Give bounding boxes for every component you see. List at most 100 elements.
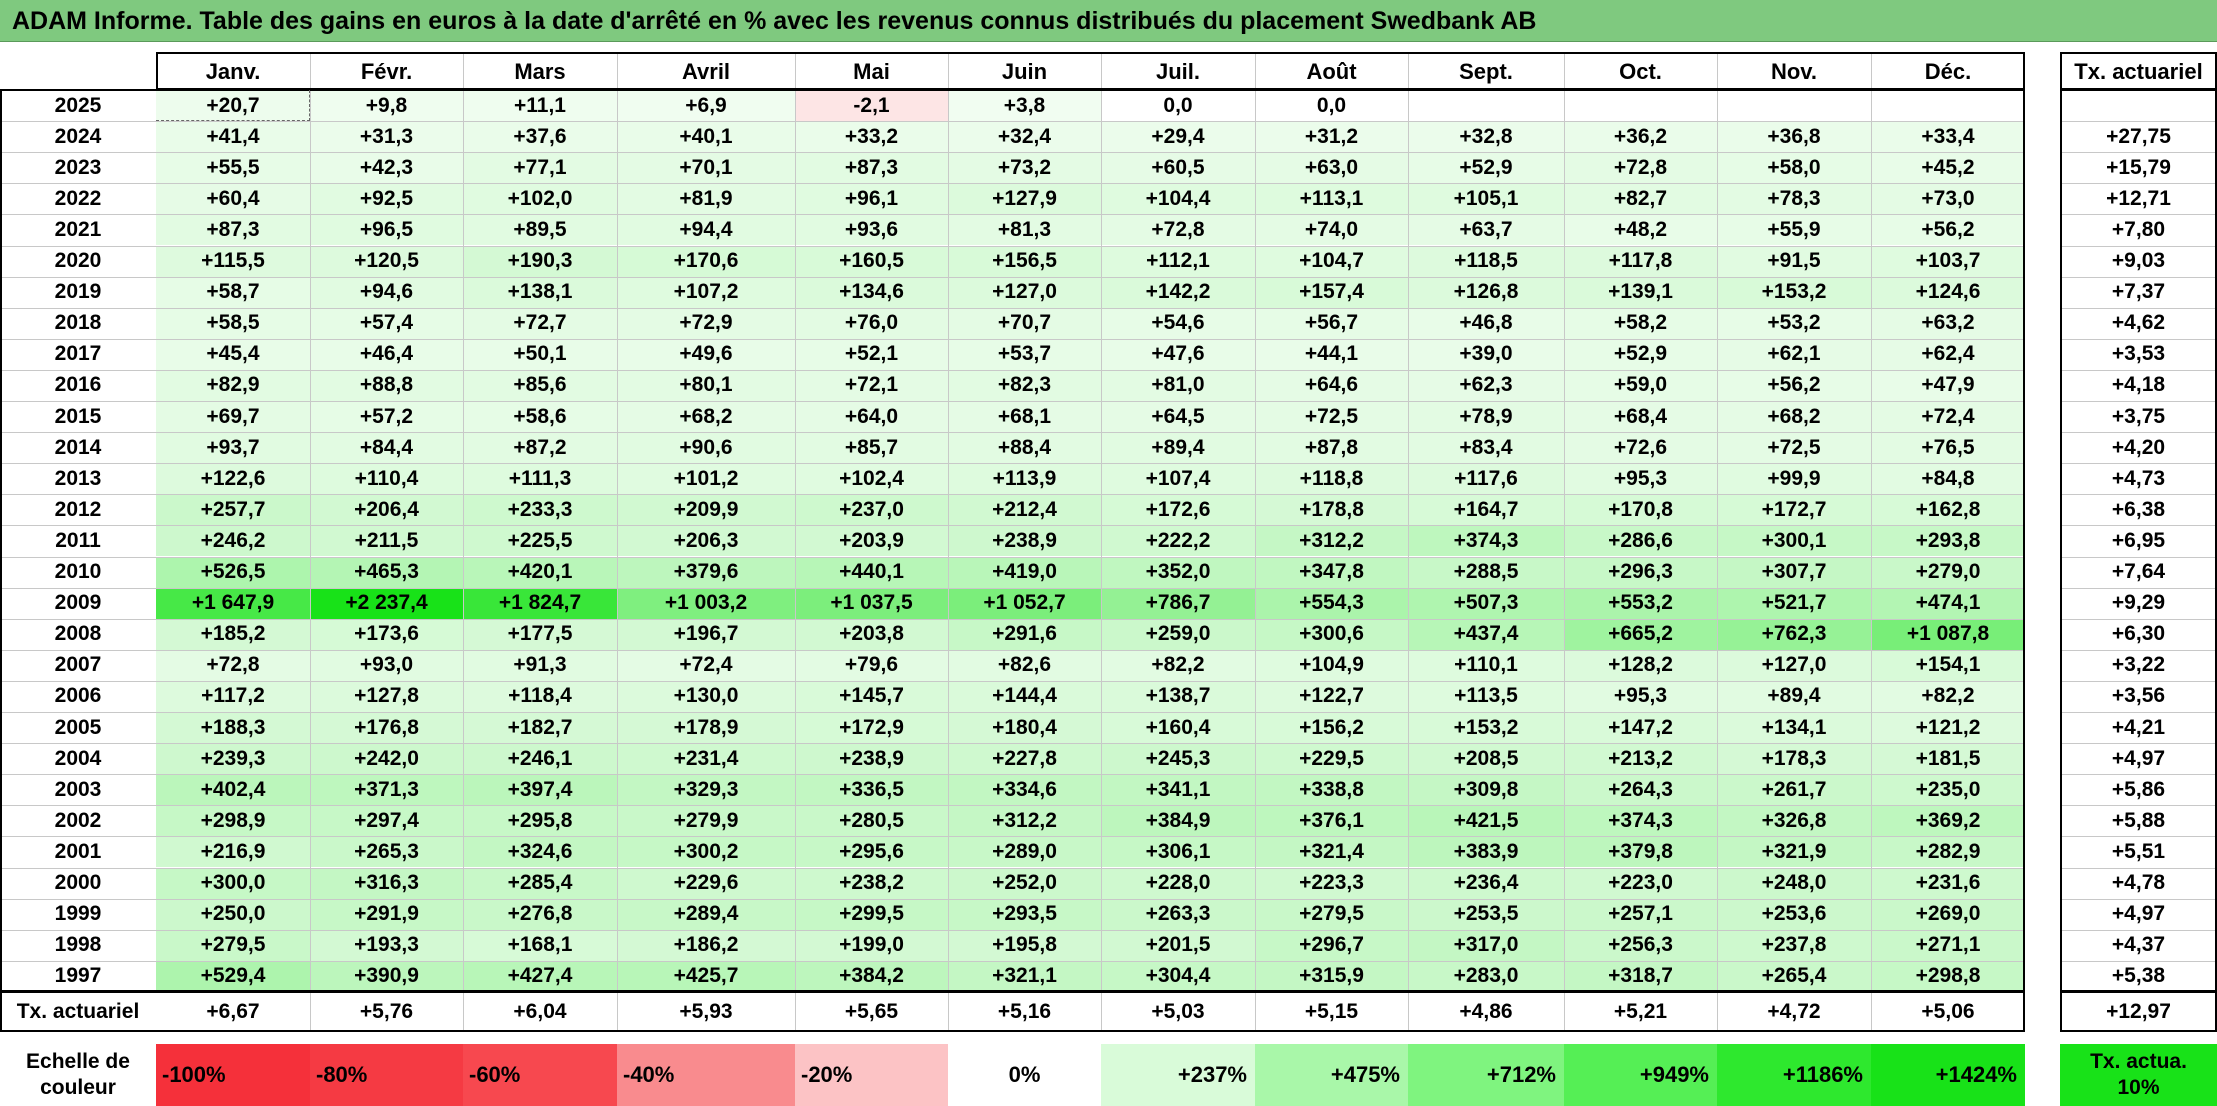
grid-line — [0, 588, 2025, 589]
gain-cell: +1 003,2 — [617, 587, 795, 619]
rate-header: Tx. actuariel — [2074, 58, 2203, 84]
annual-rate-cell: +5,51 — [2111, 839, 2166, 863]
gain-cell: +76,0 — [795, 307, 948, 339]
gain-cell: +117,8 — [1564, 245, 1717, 277]
grid-line — [1101, 992, 1102, 1032]
gain-cell: +52,9 — [1564, 338, 1717, 370]
footer-rate-cell: +5,21 — [1613, 1000, 1668, 1023]
grid-line — [2060, 650, 2217, 651]
grid-line — [2060, 214, 2217, 215]
gain-cell: +178,3 — [1717, 743, 1871, 775]
year-label: 2003 — [54, 777, 102, 801]
gain-cell: +554,3 — [1255, 587, 1408, 619]
gain-cell: +49,6 — [617, 338, 795, 370]
gain-cell: +53,2 — [1717, 307, 1871, 339]
footer-total-rate: +12,97 — [2106, 1000, 2171, 1023]
gain-cell: +70,7 — [948, 307, 1101, 339]
gain-cell: +317,0 — [1408, 929, 1564, 961]
report-title: ADAM Informe. Table des gains en euros à… — [0, 0, 2217, 42]
gain-cell: 0,0 — [1101, 90, 1255, 122]
gain-cell: +250,0 — [156, 898, 310, 930]
gain-cell: +81,9 — [617, 183, 795, 215]
gain-cell: +288,5 — [1408, 556, 1564, 588]
year-label: 2017 — [54, 342, 102, 366]
gain-cell: +80,1 — [617, 369, 795, 401]
annual-rate-cell: +4,18 — [2111, 373, 2166, 397]
gain-cell: +118,8 — [1255, 463, 1408, 495]
gain-cell: +56,2 — [1871, 214, 2025, 246]
grid-line — [2060, 743, 2217, 744]
gain-cell: +304,4 — [1101, 960, 1255, 992]
gain-cell: +6,9 — [617, 90, 795, 122]
scale-step: +712% — [1408, 1044, 1564, 1106]
grid-line — [2060, 961, 2217, 962]
year-label: 2016 — [54, 373, 102, 397]
grid-line — [1564, 992, 1565, 1032]
gain-cell: +160,4 — [1101, 712, 1255, 744]
month-header: Févr. — [360, 58, 413, 84]
year-label: 2021 — [54, 217, 102, 241]
gain-cell: +176,8 — [310, 712, 463, 744]
grid-line — [0, 961, 2025, 962]
gain-cell: +139,1 — [1564, 276, 1717, 308]
annual-rate-cell: +4,37 — [2111, 933, 2166, 957]
gain-cell: +252,0 — [948, 867, 1101, 899]
gain-cell: +316,3 — [310, 867, 463, 899]
grid-line — [2060, 401, 2217, 402]
footer-rate-cell: +5,76 — [359, 1000, 414, 1023]
gain-cell: +144,4 — [948, 680, 1101, 712]
gain-cell: +507,3 — [1408, 587, 1564, 619]
gain-cell: +162,8 — [1871, 494, 2025, 526]
gain-cell: +104,7 — [1255, 245, 1408, 277]
gain-cell: +282,9 — [1871, 836, 2025, 868]
grid-line — [0, 370, 2025, 371]
gain-cell: +762,3 — [1717, 618, 1871, 650]
gain-cell: +440,1 — [795, 556, 948, 588]
gain-cell: +107,2 — [617, 276, 795, 308]
gain-cell: +62,3 — [1408, 369, 1564, 401]
grid-line — [617, 992, 618, 1032]
gain-cell: +157,4 — [1255, 276, 1408, 308]
gain-cell: +20,7 — [156, 90, 310, 122]
gain-cell: +31,2 — [1255, 121, 1408, 153]
gain-cell: +87,2 — [463, 432, 617, 464]
gain-cell: +56,7 — [1255, 307, 1408, 339]
gain-cell: +76,5 — [1871, 432, 2025, 464]
gain-cell: +172,6 — [1101, 494, 1255, 526]
grid-line — [948, 992, 949, 1032]
year-label: 1998 — [54, 933, 102, 957]
gain-cell: +206,3 — [617, 525, 795, 557]
gain-cell: +172,7 — [1717, 494, 1871, 526]
gain-cell: +77,1 — [463, 152, 617, 184]
gain-cell: +63,0 — [1255, 152, 1408, 184]
gain-cell: +521,7 — [1717, 587, 1871, 619]
year-label: 2002 — [54, 808, 102, 832]
gain-cell: +203,9 — [795, 525, 948, 557]
gain-cell: +264,3 — [1564, 774, 1717, 806]
gain-cell: +420,1 — [463, 556, 617, 588]
grid-line — [2060, 836, 2217, 837]
gain-cell: +87,3 — [795, 152, 948, 184]
gain-cell: +376,1 — [1255, 805, 1408, 837]
gain-cell: +41,4 — [156, 121, 310, 153]
grid-line — [2060, 712, 2217, 713]
gain-cell: +40,1 — [617, 121, 795, 153]
gain-cell: +235,0 — [1871, 774, 2025, 806]
grid-line — [0, 557, 2025, 558]
grid-line — [0, 246, 2025, 247]
annual-rate-cell: +4,20 — [2111, 435, 2166, 459]
gain-cell: +134,1 — [1717, 712, 1871, 744]
gain-cell: +72,8 — [1101, 214, 1255, 246]
gain-cell: +318,7 — [1564, 960, 1717, 992]
gain-cell: +2 237,4 — [310, 587, 463, 619]
gain-cell: +113,9 — [948, 463, 1101, 495]
gain-cell: +72,6 — [1564, 432, 1717, 464]
annual-rate-cell: +6,30 — [2111, 622, 2166, 646]
gain-cell: +36,2 — [1564, 121, 1717, 153]
grid-line — [2060, 805, 2217, 806]
gain-cell: +170,6 — [617, 245, 795, 277]
gain-cell: +82,6 — [948, 649, 1101, 681]
gain-cell: +89,4 — [1717, 680, 1871, 712]
gain-cell: +52,9 — [1408, 152, 1564, 184]
grid-line — [2060, 588, 2217, 589]
